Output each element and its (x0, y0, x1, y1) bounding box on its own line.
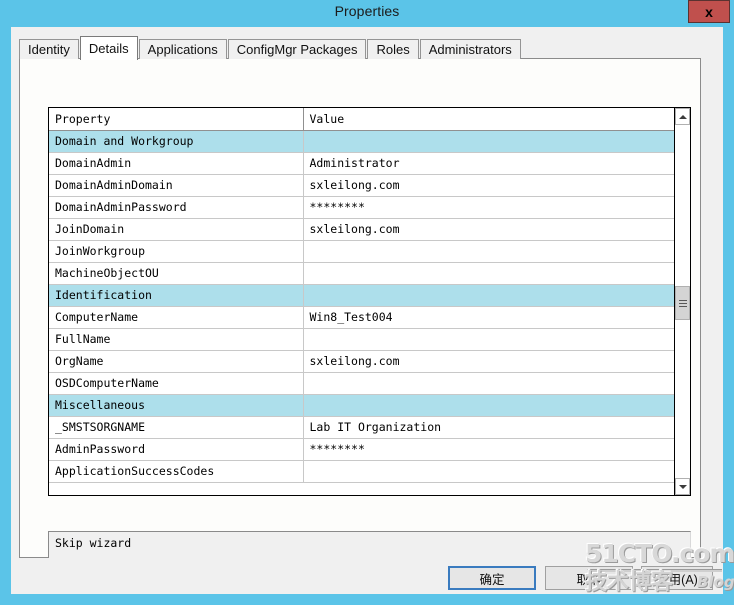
grid-vertical-scrollbar[interactable] (674, 108, 690, 495)
chevron-up-icon (678, 114, 687, 119)
cell-property: DomainAdminPassword (49, 196, 304, 219)
tab-roles[interactable]: Roles (367, 39, 419, 59)
tab-configmgr-packages[interactable]: ConfigMgr Packages (227, 39, 367, 59)
title-bar: Properties x (0, 0, 734, 26)
apply-button[interactable]: 应用(A) (641, 566, 713, 590)
cell-property: DomainAdminDomain (49, 174, 304, 197)
cell-value[interactable]: sxleilong.com (303, 218, 674, 241)
table-row[interactable]: MachineObjectOU (49, 262, 674, 285)
cell-property: FullName (49, 328, 304, 351)
scroll-up-icon[interactable] (675, 108, 690, 125)
tab-applications[interactable]: Applications (138, 39, 227, 59)
table-row[interactable]: OrgName sxleilong.com (49, 350, 674, 373)
cell-value[interactable] (303, 372, 674, 395)
window-title: Properties (334, 3, 400, 19)
cell-property: Domain and Workgroup (49, 130, 304, 153)
cell-value[interactable]: Win8_Test004 (303, 306, 674, 329)
cell-property: Miscellaneous (49, 394, 304, 417)
cell-property: ComputerName (49, 306, 304, 329)
property-grid-viewport: Property Value Domain and Workgroup Domai… (49, 108, 674, 495)
tab-strip: Identity Details Applications ConfigMgr … (19, 36, 522, 60)
column-header-value[interactable]: Value (303, 108, 674, 131)
details-tab-page: Property Value Domain and Workgroup Domai… (19, 58, 701, 589)
cell-value[interactable]: ******** (303, 438, 674, 461)
table-row[interactable]: ComputerName Win8_Test004 (49, 306, 674, 329)
cell-value[interactable] (303, 240, 674, 263)
cell-property: _SMSTSORGNAME (49, 416, 304, 439)
scrollbar-thumb[interactable] (675, 286, 690, 320)
dialog-footer: 确定 取消 应用(A) (11, 558, 723, 594)
close-icon[interactable]: x (688, 0, 730, 23)
cell-property: MachineObjectOU (49, 262, 304, 285)
table-row[interactable]: Miscellaneous (49, 394, 674, 417)
cell-property: OSDComputerName (49, 372, 304, 395)
cell-property: OrgName (49, 350, 304, 373)
cell-value[interactable] (303, 130, 674, 153)
cell-value[interactable]: sxleilong.com (303, 350, 674, 373)
table-header-row: Property Value (49, 108, 674, 131)
cell-value[interactable] (303, 460, 674, 483)
properties-dialog-window: Properties x Identity Details Applicatio… (0, 0, 734, 605)
property-table-body: Domain and Workgroup DomainAdmin Administr… (49, 130, 674, 483)
cell-value[interactable] (303, 284, 674, 307)
table-row[interactable]: AdminPassword ******** (49, 438, 674, 461)
table-row[interactable]: DomainAdminPassword ******** (49, 196, 674, 219)
cell-property: ApplicationSuccessCodes (49, 460, 304, 483)
cell-property: AdminPassword (49, 438, 304, 461)
chevron-down-icon (678, 484, 687, 489)
property-grid: Property Value Domain and Workgroup Domai… (48, 107, 691, 496)
column-header-property[interactable]: Property (49, 108, 304, 131)
table-row[interactable]: JoinDomain sxleilong.com (49, 218, 674, 241)
table-row[interactable]: DomainAdminDomain sxleilong.com (49, 174, 674, 197)
cell-property: JoinDomain (49, 218, 304, 241)
table-row[interactable]: Identification (49, 284, 674, 307)
property-table: Property Value Domain and Workgroup Domai… (49, 108, 674, 483)
grip-icon (678, 299, 687, 307)
table-row[interactable]: Domain and Workgroup (49, 130, 674, 153)
table-row[interactable]: _SMSTSORGNAME Lab IT Organization (49, 416, 674, 439)
cell-value[interactable]: sxleilong.com (303, 174, 674, 197)
ok-button[interactable]: 确定 (448, 566, 536, 590)
cancel-button[interactable]: 取消 (545, 566, 633, 590)
table-row[interactable]: ApplicationSuccessCodes (49, 460, 674, 483)
cell-property: Identification (49, 284, 304, 307)
cell-value[interactable] (303, 262, 674, 285)
cell-property: DomainAdmin (49, 152, 304, 175)
dialog-body: Identity Details Applications ConfigMgr … (11, 27, 723, 594)
table-row[interactable]: JoinWorkgroup (49, 240, 674, 263)
table-row[interactable]: FullName (49, 328, 674, 351)
cell-value[interactable] (303, 394, 674, 417)
scroll-down-icon[interactable] (675, 478, 690, 495)
cell-property: JoinWorkgroup (49, 240, 304, 263)
table-row[interactable]: DomainAdmin Administrator (49, 152, 674, 175)
tab-administrators[interactable]: Administrators (419, 39, 521, 59)
cell-value[interactable]: Lab IT Organization (303, 416, 674, 439)
table-row[interactable]: OSDComputerName (49, 372, 674, 395)
cell-value[interactable] (303, 328, 674, 351)
cell-value[interactable]: Administrator (303, 152, 674, 175)
cell-value[interactable]: ******** (303, 196, 674, 219)
tab-identity[interactable]: Identity (19, 39, 79, 59)
tab-details[interactable]: Details (79, 36, 138, 60)
